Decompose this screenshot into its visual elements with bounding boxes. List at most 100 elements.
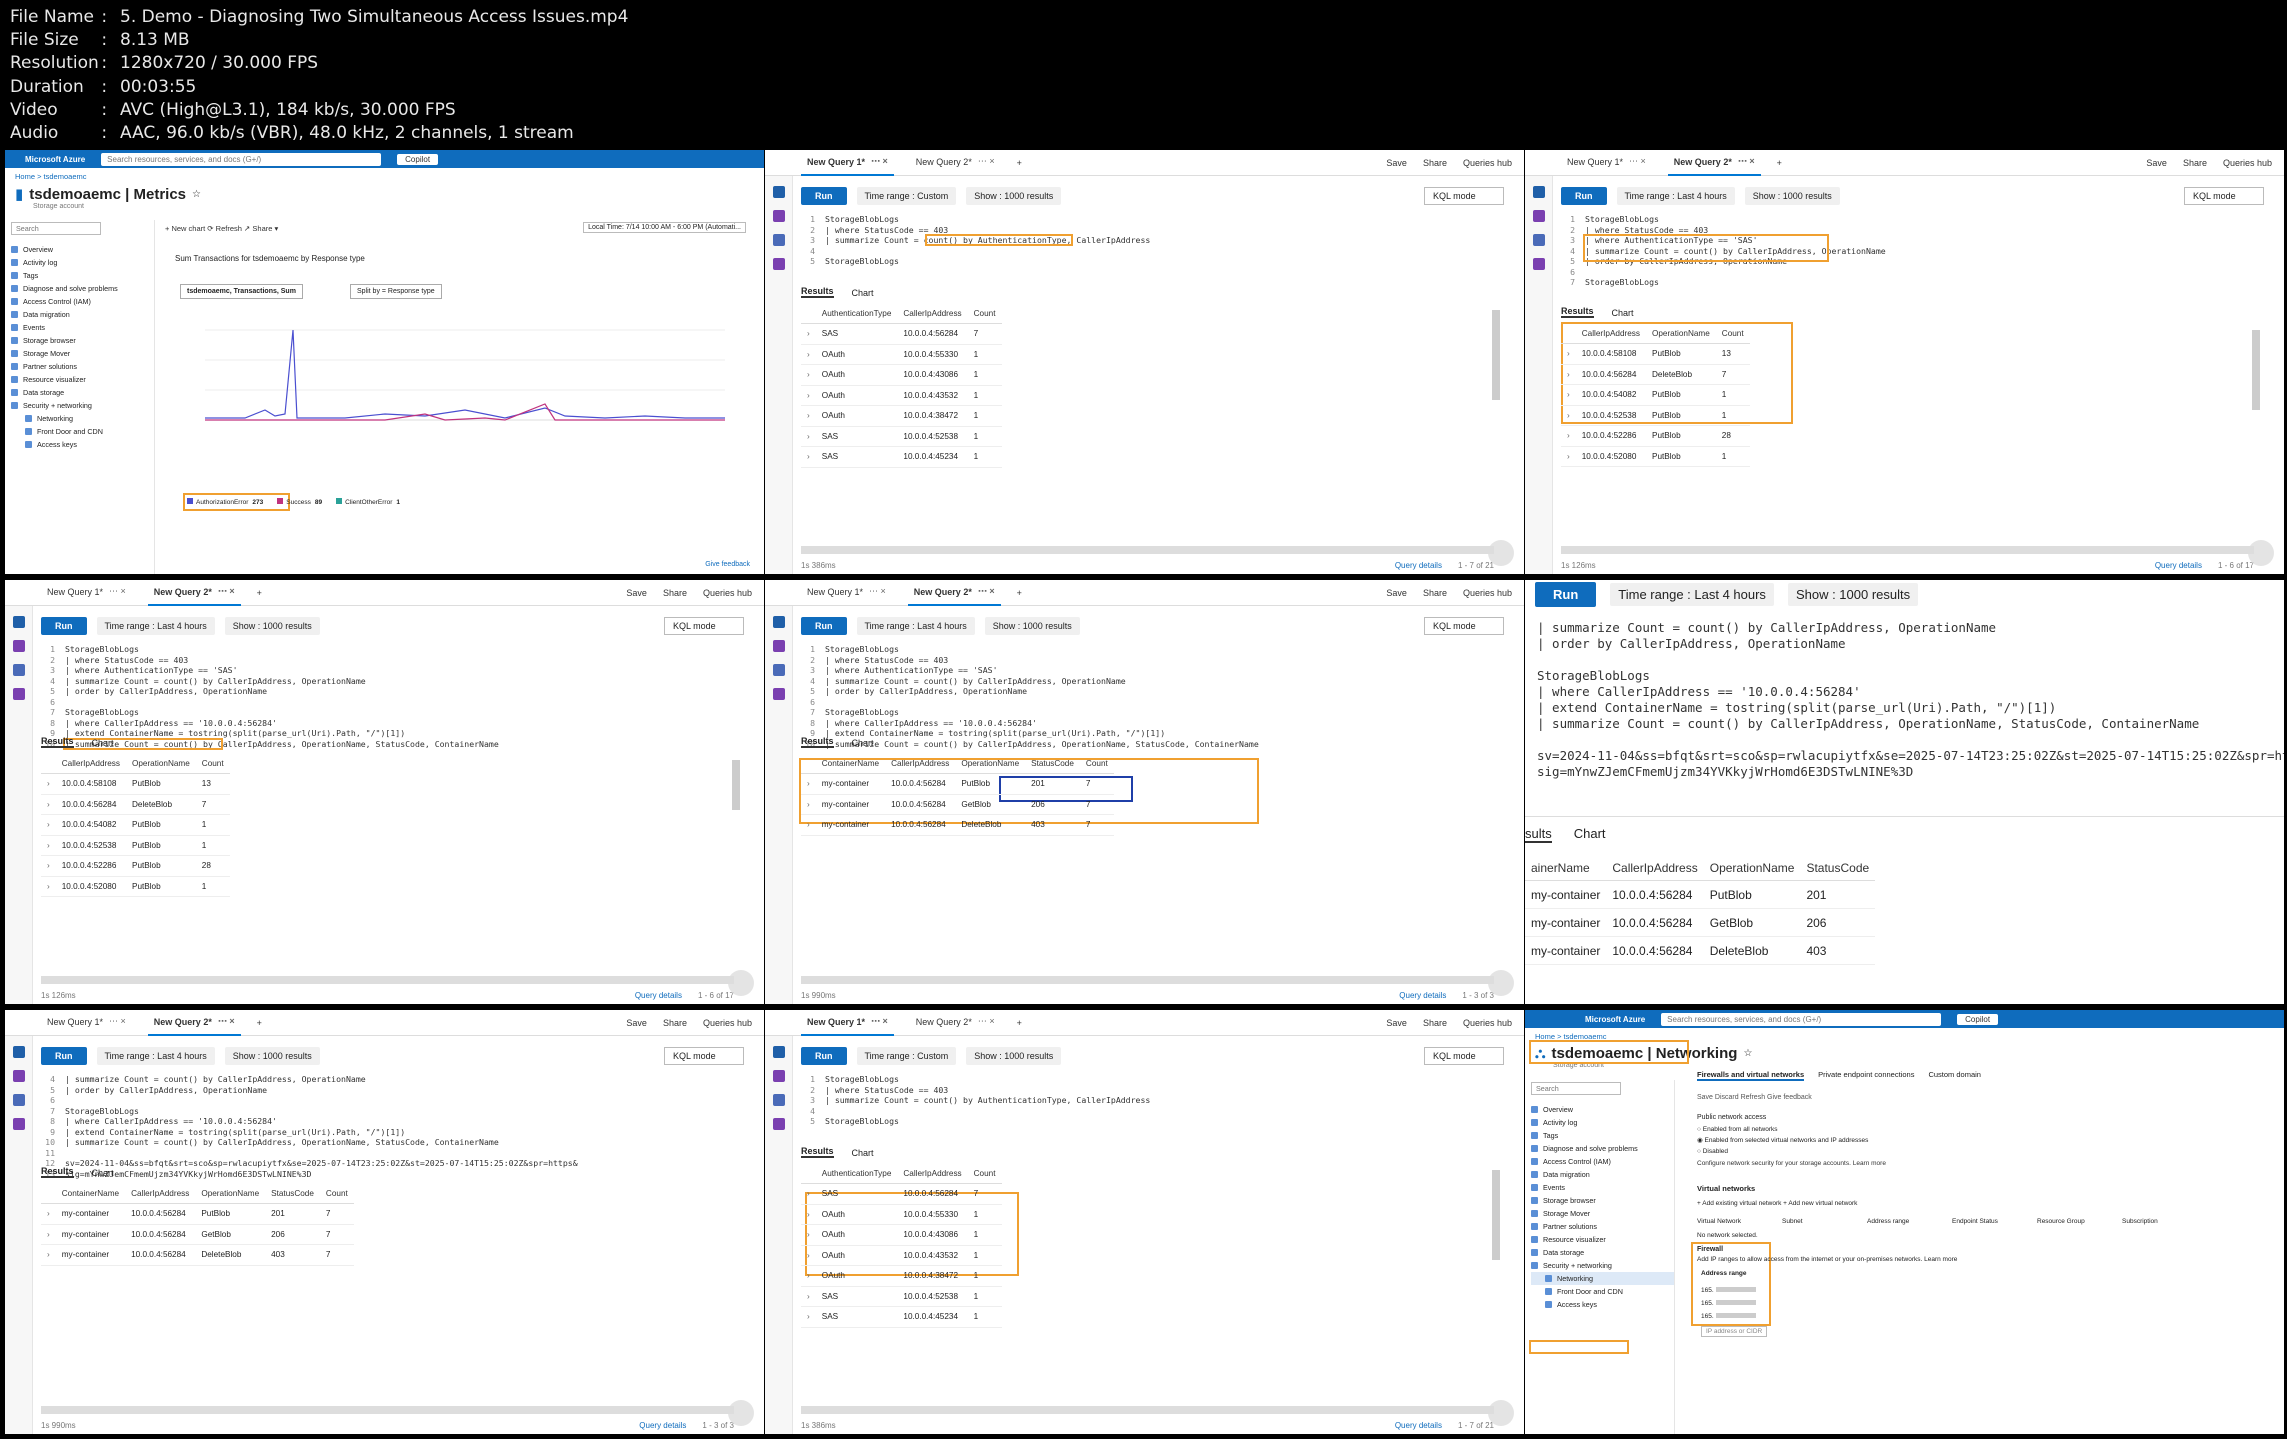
ip-row[interactable]: 165. [1701, 1297, 1756, 1310]
hub-button[interactable]: Queries hub [2223, 158, 2272, 168]
sidebar-item[interactable]: Storage browser [1531, 1194, 1674, 1207]
run-button[interactable]: Run [801, 1047, 847, 1065]
run-button[interactable]: Run [1535, 581, 1597, 607]
table-row[interactable]: › 10.0.0.4:58108 PutBlob 13 [41, 773, 230, 795]
expand-icon[interactable]: › [801, 344, 816, 365]
expand-icon[interactable]: › [41, 1203, 56, 1225]
rail-icon[interactable] [773, 1094, 785, 1106]
sidebar-item[interactable]: Access keys [11, 438, 154, 451]
tab-results[interactable]: Results [1561, 306, 1594, 318]
share-button[interactable]: Share [1423, 1018, 1447, 1028]
query-details-link[interactable]: Query details [2155, 561, 2202, 570]
query-details-link[interactable]: Query details [1399, 991, 1446, 1000]
close-icon[interactable]: ⋯ × [109, 1016, 126, 1027]
sidebar-item[interactable]: Data migration [1531, 1168, 1674, 1181]
kql-mode-select[interactable]: KQL mode [1424, 1047, 1504, 1065]
tab-query-1[interactable]: New Query 1* ⋯ × [801, 580, 892, 606]
rail-icon[interactable] [1533, 258, 1545, 270]
table-row[interactable]: › SAS 10.0.0.4:56284 7 [801, 1183, 1002, 1205]
sidebar-item[interactable]: Diagnose and solve problems [11, 282, 154, 295]
metric-chip[interactable]: tsdemoaemc, Transactions, Sum [180, 284, 303, 299]
expand-icon[interactable]: › [801, 1183, 816, 1205]
sidebar-item[interactable]: Resource visualizer [1531, 1233, 1674, 1246]
global-search-input[interactable]: Search resources, services, and docs (G+… [101, 152, 382, 166]
table-row[interactable]: › my-container 10.0.0.4:56284 DeleteBlob 403… [801, 814, 1114, 836]
rail-icon[interactable] [773, 1046, 785, 1058]
tab-query-1[interactable]: New Query 1* ⋯ × [41, 1010, 132, 1036]
expand-icon[interactable]: › [801, 446, 816, 468]
ip-row[interactable]: 165. [1701, 1284, 1756, 1297]
rail-icon[interactable] [773, 234, 785, 246]
column-header[interactable]: OperationName [955, 754, 1026, 774]
sidebar-search-input[interactable]: Search [11, 222, 101, 235]
radio-option[interactable]: ○ Disabled [1697, 1146, 1868, 1157]
save-button[interactable]: Save [2146, 158, 2167, 168]
network-tab[interactable]: Custom domain [1928, 1070, 1981, 1081]
table-row[interactable]: › OAuth 10.0.0.4:43532 1 [801, 1245, 1002, 1266]
hub-button[interactable]: Queries hub [1463, 588, 1512, 598]
column-header[interactable]: Count [967, 1164, 1002, 1184]
sidebar-item[interactable]: Partner solutions [11, 360, 154, 373]
column-header[interactable]: Count [1715, 324, 1750, 344]
table-row[interactable]: › OAuth 10.0.0.4:43086 1 [801, 1224, 1002, 1246]
query-details-link[interactable]: Query details [1395, 1421, 1442, 1430]
table-row[interactable]: › 10.0.0.4:52080 PutBlob 1 [41, 876, 230, 897]
sidebar-item[interactable]: Access keys [1531, 1298, 1674, 1311]
tab-query-1[interactable]: New Query 1* ⋯ × [801, 1010, 894, 1036]
table-row[interactable]: › my-container 10.0.0.4:56284 PutBlob 201 7 [41, 1203, 354, 1225]
column-header[interactable]: StatusCode [1800, 856, 1876, 881]
rail-icon[interactable] [13, 640, 25, 652]
scrollbar[interactable] [732, 760, 740, 810]
table-row[interactable]: › 10.0.0.4:52286 PutBlob 28 [1561, 425, 1750, 447]
video-control[interactable] [728, 1400, 754, 1426]
table-row[interactable]: › OAuth 10.0.0.4:38472 1 [801, 1265, 1002, 1287]
close-icon[interactable]: ⋯ × [218, 1016, 235, 1027]
sidebar-search-input[interactable]: Search [1531, 1082, 1621, 1095]
time-range-button[interactable]: Time range : Last 4 hours [856, 617, 975, 635]
tab-query-2[interactable]: New Query 2* ⋯ × [147, 1010, 241, 1036]
run-button[interactable]: Run [41, 1047, 87, 1065]
tab-chart[interactable]: Chart [1612, 308, 1634, 318]
network-tab[interactable]: Firewalls and virtual networks [1697, 1070, 1805, 1081]
add-tab-icon[interactable]: + [257, 1018, 262, 1028]
expand-icon[interactable]: › [41, 835, 56, 856]
sidebar-item[interactable]: Access Control (IAM) [1531, 1155, 1674, 1168]
query-details-link[interactable]: Query details [635, 991, 682, 1000]
tab-chart[interactable]: Chart [852, 738, 874, 748]
show-results-button[interactable]: Show : 1000 results [966, 187, 1062, 205]
column-header[interactable]: StatusCode [265, 1184, 320, 1204]
column-header[interactable]: Count [319, 1184, 354, 1204]
column-header[interactable]: CallerIpAddress [885, 754, 956, 774]
scrollbar[interactable] [801, 976, 1494, 984]
show-results-button[interactable]: Show : 1000 results [1787, 582, 1919, 606]
close-icon[interactable]: ⋯ × [978, 586, 995, 597]
tab-query-2[interactable]: New Query 2* ⋯ × [1667, 150, 1761, 176]
expand-icon[interactable]: › [41, 773, 56, 795]
tab-results[interactable]: Results [41, 736, 74, 748]
sidebar-item[interactable]: Storage Mover [1531, 1207, 1674, 1220]
ip-row[interactable]: 165. [1701, 1310, 1756, 1323]
show-results-button[interactable]: Show : 1000 results [1744, 187, 1840, 205]
scrollbar[interactable] [41, 976, 734, 984]
expand-icon[interactable]: › [801, 323, 816, 345]
tab-chart[interactable]: Chart [92, 1168, 114, 1178]
rail-icon[interactable] [773, 186, 785, 198]
metrics-toolbar[interactable]: + New chart ⟳ Refresh ↗ Share ▾ [165, 224, 278, 233]
query-details-link[interactable]: Query details [1395, 561, 1442, 570]
sidebar-item[interactable]: Security + networking [1531, 1259, 1674, 1272]
table-row[interactable]: › 10.0.0.4:52538 PutBlob 1 [41, 835, 230, 856]
column-header[interactable]: OperationName [1703, 856, 1801, 881]
expand-icon[interactable]: › [41, 794, 56, 815]
expand-icon[interactable]: › [801, 405, 816, 427]
tab-query-2[interactable]: New Query 2* ⋯ × [910, 150, 1001, 176]
save-button[interactable]: Save [1386, 158, 1407, 168]
sidebar-item[interactable]: Diagnose and solve problems [1531, 1142, 1674, 1155]
save-button[interactable]: Save [626, 1018, 647, 1028]
column-header[interactable]: OperationName [1645, 324, 1716, 344]
time-range-button[interactable]: Time range : Last 4 hours [96, 617, 215, 635]
hub-button[interactable]: Queries hub [703, 588, 752, 598]
radio-option[interactable]: ○ Enabled from all networks [1697, 1124, 1868, 1135]
rail-icon[interactable] [13, 688, 25, 700]
table-row[interactable]: › 10.0.0.4:52080 PutBlob 1 [1561, 446, 1750, 467]
rail-icon[interactable] [1533, 210, 1545, 222]
